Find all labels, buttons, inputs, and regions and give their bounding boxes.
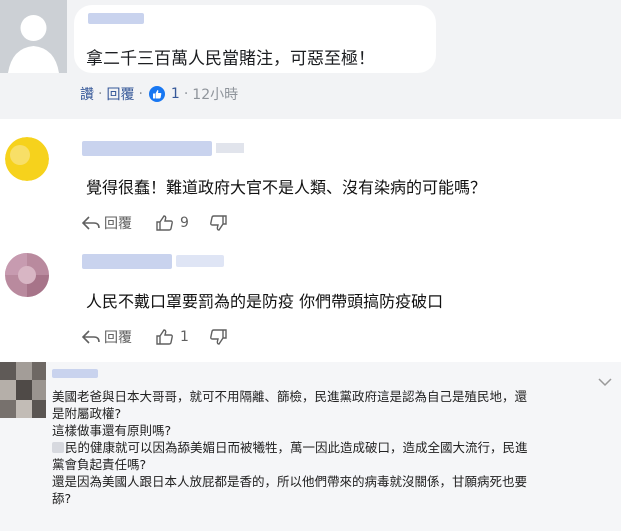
comment-text: 美國老爸與日本大哥哥，就可不用隔離、篩檢，民進黨政府這是認為自己是殖民地，還 是…	[52, 388, 610, 507]
comment-text: 人民不戴口罩要罰為的是防疫 你們帶頭搞防疫破口	[86, 292, 444, 311]
thumbs-up-outline-icon[interactable]	[156, 215, 174, 231]
comment-3: 人民不戴口罩要罰為的是防疫 你們帶頭搞防疫破口 回覆 1	[0, 245, 621, 362]
thumbs-up-icon[interactable]	[148, 86, 165, 102]
avatar[interactable]	[0, 0, 67, 73]
timestamp-redacted	[216, 143, 244, 153]
author-name-redacted[interactable]	[82, 141, 212, 156]
thumbs-up-outline-icon[interactable]	[156, 329, 174, 345]
author-name-redacted[interactable]	[88, 13, 144, 24]
comment-line-text: 民的健康就可以因為舔美媚日而被犧牲，萬一因此造成破口，造成全國大流行，民進	[65, 440, 528, 455]
comment-line: 這樣做事還有原則嗎?	[52, 423, 172, 438]
comment-2: 覺得很蠢！難道政府大官不是人類、沒有染病的可能嗎？ 回覆 9	[0, 119, 621, 245]
comment-1: 拿二千三百萬人民當賭注，可惡至極！ 讚 · 回覆 · 1 · 12小時	[0, 0, 621, 119]
comment-line: 美國老爸與日本大哥哥，就可不用隔離、篩檢，民進黨政府這是認為自己是殖民地，還	[52, 389, 528, 404]
comment-line: 黨會負起責任嗎?	[52, 457, 147, 472]
thumbs-down-outline-icon[interactable]	[209, 215, 227, 231]
avatar[interactable]	[0, 362, 46, 418]
comment-line: 還是因為美國人跟日本人放屁都是香的，所以他們帶來的病毒就沒關係，甘願病死也要	[52, 474, 528, 489]
default-avatar-icon	[0, 0, 67, 73]
comment-text: 覺得很蠢！難道政府大官不是人類、沒有染病的可能嗎？	[86, 178, 487, 197]
comment-actions: 回覆 1	[82, 327, 227, 347]
reply-button[interactable]: 回覆	[104, 213, 132, 233]
comment-text: 拿二千三百萬人民當賭注，可惡至極！	[86, 49, 375, 69]
author-name-redacted[interactable]	[82, 254, 172, 269]
author-name-redacted-2	[176, 255, 224, 267]
separator-dot: ·	[138, 86, 143, 102]
comment-actions: 讚 · 回覆 · 1 · 12小時	[80, 84, 238, 104]
blurred-avatar-icon	[0, 362, 46, 418]
blurred-avatar-icon	[5, 137, 49, 181]
separator-dot: ·	[183, 86, 189, 102]
thumbs-down-outline-icon[interactable]	[209, 329, 227, 345]
comment-line: 是附屬政權?	[52, 406, 122, 421]
reply-arrow-icon[interactable]	[82, 216, 100, 230]
reply-link[interactable]: 回覆	[106, 84, 134, 104]
comment-line: 民的健康就可以因為舔美媚日而被犧牲，萬一因此造成破口，造成全國大流行，民進	[52, 439, 610, 456]
reply-button[interactable]: 回覆	[104, 327, 132, 347]
reply-arrow-icon[interactable]	[82, 330, 100, 344]
redacted-word	[52, 442, 64, 453]
avatar[interactable]	[5, 253, 49, 297]
read-link[interactable]: 讚	[80, 84, 94, 104]
comment-line: 舔?	[52, 491, 72, 506]
comment-actions: 回覆 9	[82, 213, 227, 233]
timestamp[interactable]: 12小時	[192, 84, 238, 104]
blurred-avatar-icon	[5, 253, 49, 297]
like-count: 1	[170, 86, 180, 102]
separator-dot: ·	[98, 86, 103, 102]
like-count: 1	[180, 329, 189, 345]
comment-4: 美國老爸與日本大哥哥，就可不用隔離、篩檢，民進黨政府這是認為自己是殖民地，還 是…	[0, 362, 621, 531]
avatar[interactable]	[5, 137, 49, 181]
like-count: 9	[180, 215, 189, 231]
author-name-redacted[interactable]	[52, 369, 98, 378]
